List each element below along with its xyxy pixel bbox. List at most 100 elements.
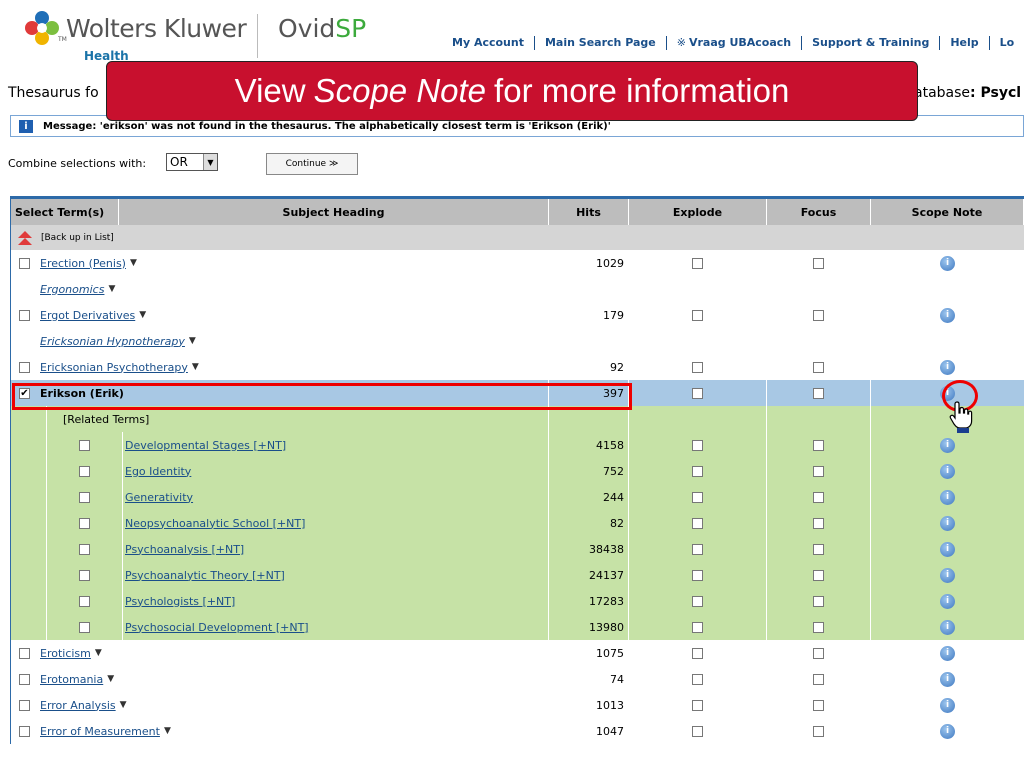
explode-checkbox[interactable] (692, 257, 703, 269)
term-link[interactable]: Psychologists [+NT] (123, 595, 235, 608)
focus-checkbox[interactable] (813, 647, 824, 659)
expand-triangle-icon[interactable]: ▼ (108, 284, 115, 294)
expand-triangle-icon[interactable]: ▼ (189, 336, 196, 346)
focus-checkbox[interactable] (813, 673, 824, 685)
explode-checkbox[interactable] (692, 387, 703, 399)
term-link[interactable]: Psychosocial Development [+NT] (123, 621, 309, 634)
scope-note-info-icon[interactable]: i (940, 463, 955, 479)
term-link[interactable]: Psychoanalysis [+NT] (123, 543, 244, 556)
scope-note-info-icon[interactable]: i (940, 723, 955, 739)
nav-vraag-ubacoach[interactable]: ※ Vraag UBAcoach (665, 36, 801, 50)
expand-triangle-icon[interactable]: ▼ (130, 258, 137, 268)
explode-checkbox[interactable] (692, 569, 703, 581)
expand-triangle-icon[interactable]: ▼ (107, 674, 114, 684)
explode-checkbox[interactable] (692, 725, 703, 737)
explode-checkbox[interactable] (692, 621, 703, 633)
scope-note-info-icon[interactable]: i (940, 671, 955, 687)
explode-checkbox[interactable] (692, 361, 703, 373)
explode-checkbox[interactable] (692, 491, 703, 503)
term-link[interactable]: Error of Measurement (40, 725, 160, 738)
term-link[interactable]: Erection (Penis) (40, 257, 126, 270)
term-link[interactable]: Error Analysis (40, 699, 116, 712)
explode-checkbox[interactable] (692, 699, 703, 711)
select-checkbox[interactable] (19, 361, 30, 373)
term-link[interactable]: Erotomania (40, 673, 103, 686)
combine-operator-select[interactable]: OR ▼ (166, 153, 218, 171)
explode-checkbox[interactable] (692, 543, 703, 555)
select-checkbox[interactable] (19, 699, 30, 711)
explode-checkbox[interactable] (692, 647, 703, 659)
focus-checkbox[interactable] (813, 361, 824, 373)
explode-checkbox[interactable] (692, 309, 703, 321)
explode-checkbox[interactable] (692, 439, 703, 451)
back-up-arrow-icon[interactable] (17, 230, 33, 246)
term-link[interactable]: Psychoanalytic Theory [+NT] (123, 569, 285, 582)
focus-checkbox[interactable] (813, 543, 824, 555)
select-checkbox[interactable] (79, 595, 90, 607)
term-link[interactable]: Neopsychoanalytic School [+NT] (123, 517, 305, 530)
term-link[interactable]: Generativity (123, 491, 193, 504)
scope-note-info-icon[interactable]: i (940, 359, 955, 375)
focus-checkbox[interactable] (813, 387, 824, 399)
select-checkbox[interactable] (19, 647, 30, 659)
scope-note-info-icon[interactable]: i (940, 567, 955, 583)
scope-note-info-icon[interactable]: i (940, 255, 955, 271)
term-link[interactable]: Eroticism (40, 647, 91, 660)
expand-triangle-icon[interactable]: ▼ (95, 648, 102, 658)
nav-support-training[interactable]: Support & Training (801, 36, 939, 50)
focus-checkbox[interactable] (813, 725, 824, 737)
expand-triangle-icon[interactable]: ▼ (192, 362, 199, 372)
select-checkbox[interactable] (19, 725, 30, 737)
term-link[interactable]: Ericksonian Hypnotherapy (40, 335, 185, 348)
select-checkbox[interactable] (19, 309, 30, 321)
focus-checkbox[interactable] (813, 621, 824, 633)
scope-note-info-icon[interactable]: i (940, 307, 955, 323)
scope-note-info-icon[interactable]: i (940, 593, 955, 609)
explode-checkbox[interactable] (692, 595, 703, 607)
term-link[interactable]: Ego Identity (123, 465, 191, 478)
continue-button[interactable]: Continue ≫ (266, 153, 358, 175)
back-up-link[interactable]: [Back up in List] (41, 233, 114, 243)
select-checkbox[interactable] (19, 257, 30, 269)
explode-checkbox[interactable] (692, 673, 703, 685)
explode-checkbox[interactable] (692, 517, 703, 529)
focus-checkbox[interactable] (813, 465, 824, 477)
select-checkbox[interactable] (19, 387, 30, 399)
select-checkbox[interactable] (79, 621, 90, 633)
nav-help[interactable]: Help (939, 36, 988, 50)
focus-checkbox[interactable] (813, 309, 824, 321)
term-link[interactable]: Ergot Derivatives (40, 309, 135, 322)
select-checkbox[interactable] (79, 543, 90, 555)
term-link[interactable]: Ericksonian Psychotherapy (40, 361, 188, 374)
expand-triangle-icon[interactable]: ▼ (120, 700, 127, 710)
focus-checkbox[interactable] (813, 517, 824, 529)
term-link[interactable]: Developmental Stages [+NT] (123, 439, 286, 452)
focus-checkbox[interactable] (813, 257, 824, 269)
select-checkbox[interactable] (79, 569, 90, 581)
scope-note-info-icon[interactable]: i (940, 515, 955, 531)
scope-note-info-icon[interactable]: i (940, 385, 955, 401)
focus-checkbox[interactable] (813, 595, 824, 607)
select-checkbox[interactable] (19, 673, 30, 685)
select-checkbox[interactable] (79, 465, 90, 477)
nav-my-account[interactable]: My Account (446, 36, 534, 50)
scope-note-info-icon[interactable]: i (940, 489, 955, 505)
expand-triangle-icon[interactable]: ▼ (164, 726, 171, 736)
expand-triangle-icon[interactable]: ▼ (139, 310, 146, 320)
scope-note-info-icon[interactable]: i (940, 697, 955, 713)
focus-checkbox[interactable] (813, 491, 824, 503)
select-checkbox[interactable] (79, 517, 90, 529)
scope-note-info-icon[interactable]: i (940, 645, 955, 661)
focus-checkbox[interactable] (813, 439, 824, 451)
focus-checkbox[interactable] (813, 569, 824, 581)
focus-checkbox[interactable] (813, 699, 824, 711)
explode-checkbox[interactable] (692, 465, 703, 477)
nav-main-search-page[interactable]: Main Search Page (533, 36, 666, 50)
term-link[interactable]: Ergonomics (40, 283, 104, 296)
nav-logoff[interactable]: Lo (988, 36, 1024, 50)
scope-note-info-icon[interactable]: i (940, 619, 955, 635)
scope-note-info-icon[interactable]: i (940, 541, 955, 557)
select-checkbox[interactable] (79, 439, 90, 451)
scope-note-info-icon[interactable]: i (940, 437, 955, 453)
select-checkbox[interactable] (79, 491, 90, 503)
